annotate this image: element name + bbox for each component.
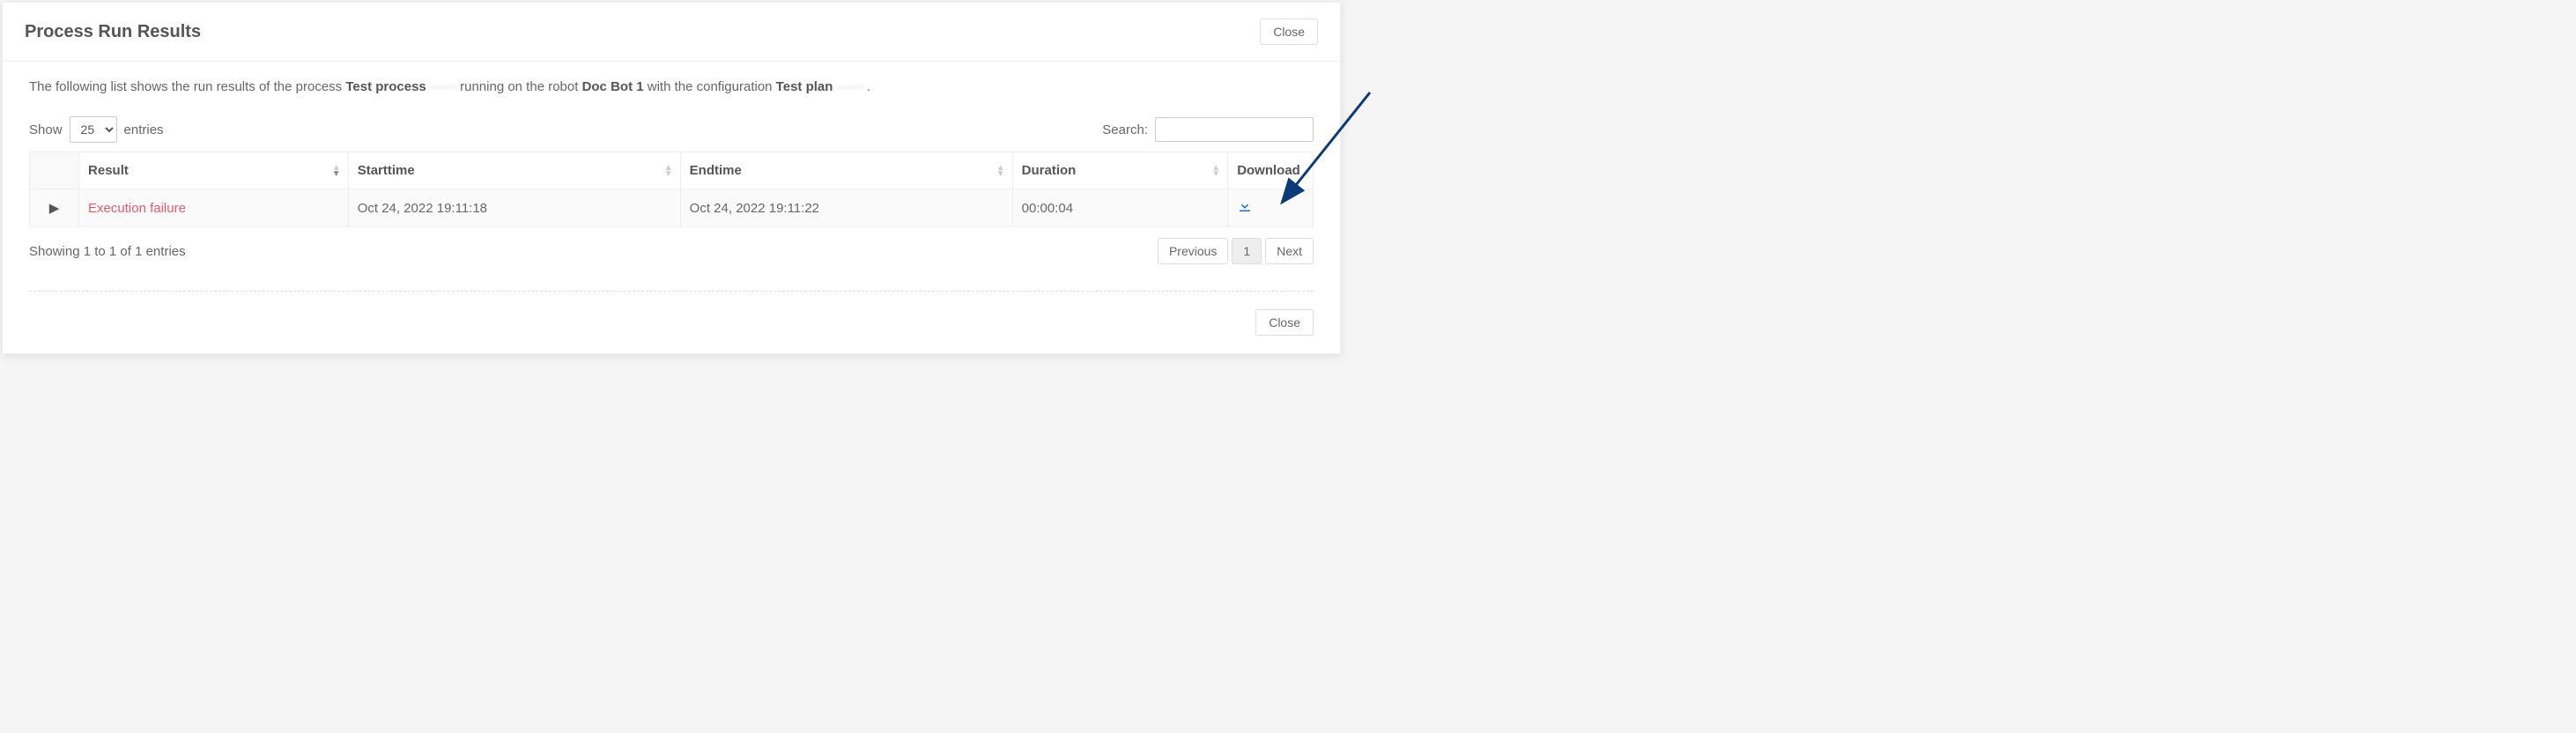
intro-robot-name: Doc Bot 1 [582, 79, 644, 94]
entries-label: entries [124, 122, 164, 137]
page-length-control: Show 25 entries [29, 116, 164, 143]
close-button-bottom[interactable]: Close [1255, 309, 1314, 336]
pagination: Previous 1 Next [1158, 238, 1314, 264]
modal-body: The following list shows the run results… [3, 62, 1340, 353]
sort-icon: ▲▼ [996, 165, 1005, 177]
table-controls: Show 25 entries Search: [29, 116, 1314, 143]
col-expander [30, 152, 79, 189]
intro-plan-name: Test plan [776, 79, 833, 94]
col-starttime[interactable]: Starttime ▲▼ [348, 152, 680, 189]
table-header-row: Result ▲▼ Starttime ▲▼ Endtime [30, 152, 1314, 189]
cell-duration: 00:00:04 [1012, 189, 1228, 227]
cell-download [1228, 189, 1314, 227]
col-starttime-label: Starttime [358, 163, 415, 178]
sort-icon: ▲▼ [664, 165, 673, 177]
col-endtime[interactable]: Endtime ▲▼ [680, 152, 1012, 189]
search-label: Search: [1102, 122, 1148, 137]
col-download-label: Download [1237, 163, 1300, 178]
page-1-button[interactable]: 1 [1232, 238, 1262, 264]
show-label: Show [29, 122, 63, 137]
modal-title: Process Run Results [25, 22, 201, 42]
col-download: Download [1228, 152, 1314, 189]
intro-text: The following list shows the run results… [29, 79, 1314, 94]
process-run-results-modal: Process Run Results Close The following … [2, 2, 1341, 354]
intro-mid: running on the robot [460, 79, 581, 94]
col-endtime-label: Endtime [690, 163, 742, 178]
table-row: ▶ Execution failure Oct 24, 2022 19:11:1… [30, 189, 1314, 227]
col-duration-label: Duration [1022, 163, 1077, 178]
modal-header: Process Run Results Close [3, 3, 1340, 62]
sort-icon: ▲▼ [1211, 165, 1220, 177]
modal-footer: Close [29, 309, 1314, 336]
download-icon[interactable] [1237, 203, 1253, 218]
page-size-select[interactable]: 25 [70, 116, 117, 143]
col-result-label: Result [88, 163, 129, 178]
intro-process-name: Test process [345, 79, 426, 94]
next-button[interactable]: Next [1265, 238, 1314, 264]
close-button-top[interactable]: Close [1260, 19, 1318, 45]
intro-with-conf: with the configuration [648, 79, 776, 94]
prev-button[interactable]: Previous [1158, 238, 1228, 264]
intro-process-suffix: —— [430, 79, 456, 94]
search-input[interactable] [1155, 117, 1314, 142]
cell-endtime: Oct 24, 2022 19:11:22 [680, 189, 1012, 227]
cell-result[interactable]: Execution failure [79, 189, 349, 227]
col-result[interactable]: Result ▲▼ [79, 152, 349, 189]
row-expander[interactable]: ▶ [30, 189, 79, 227]
results-table: Result ▲▼ Starttime ▲▼ Endtime [29, 152, 1314, 227]
col-duration[interactable]: Duration ▲▼ [1012, 152, 1228, 189]
intro-after: . [867, 79, 870, 94]
table-info: Showing 1 to 1 of 1 entries [29, 244, 186, 259]
intro-pre: The following list shows the run results… [29, 79, 345, 94]
cell-starttime: Oct 24, 2022 19:11:18 [348, 189, 680, 227]
table-bottom: Showing 1 to 1 of 1 entries Previous 1 N… [29, 238, 1314, 264]
sort-icon: ▲▼ [332, 165, 341, 177]
divider [29, 291, 1314, 292]
search-control: Search: [1102, 117, 1314, 142]
intro-plan-suffix: —— [837, 79, 863, 94]
